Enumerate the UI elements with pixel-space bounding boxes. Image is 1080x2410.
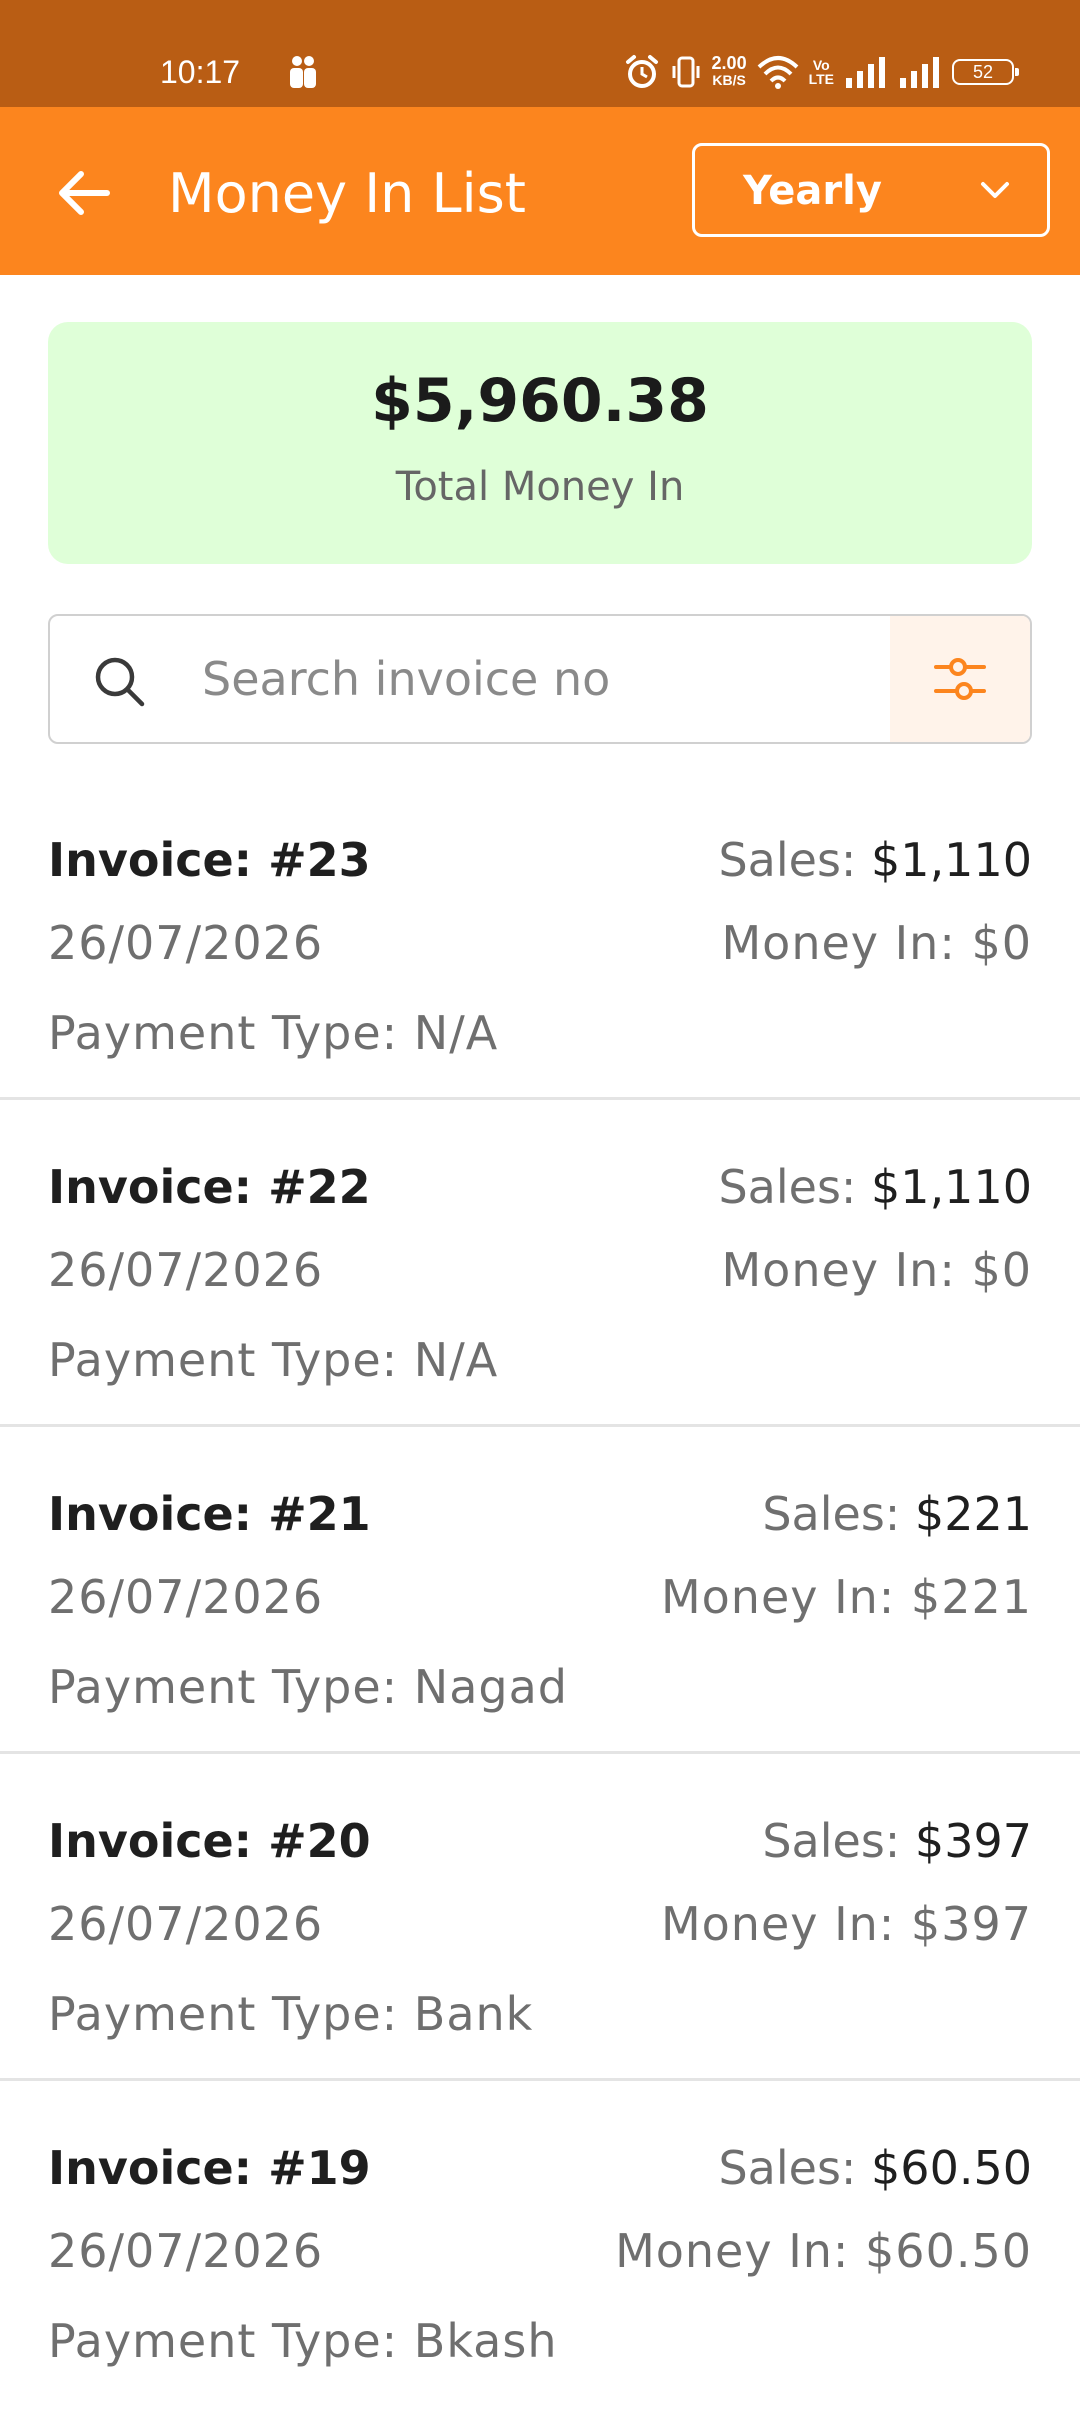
- battery-indicator: 52: [952, 59, 1019, 85]
- invoice-sales: Sales: $60.50: [718, 2141, 1032, 2195]
- page-title: Money In List: [168, 162, 526, 225]
- search-bar: [48, 614, 1032, 744]
- signal-icon-2: [900, 57, 939, 88]
- invoice-money-in: Money In: $221: [660, 1570, 1032, 1624]
- invoice-item[interactable]: Invoice: #22 26/07/2026 Payment Type: N/…: [0, 1102, 1080, 1427]
- invoice-payment-type: Payment Type: N/A: [48, 1006, 499, 1060]
- invoice-date: 26/07/2026: [48, 916, 324, 970]
- period-dropdown[interactable]: Yearly: [692, 143, 1050, 237]
- invoice-money-in: Money In: $60.50: [615, 2224, 1032, 2278]
- invoice-sales: Sales: $397: [762, 1814, 1032, 1868]
- invoice-payment-type: Payment Type: Bank: [48, 1987, 534, 2041]
- total-money-in-card: $5,960.38 Total Money In: [48, 322, 1032, 564]
- invoice-sales: Sales: $1,110: [718, 1160, 1032, 1214]
- invoice-payment-type: Payment Type: N/A: [48, 1333, 499, 1387]
- invoice-item[interactable]: Invoice: #20 26/07/2026 Payment Type: Ba…: [0, 1756, 1080, 2081]
- invoice-number: Invoice: #19: [48, 2141, 371, 2195]
- invoice-item[interactable]: Invoice: #19 26/07/2026 Payment Type: Bk…: [0, 2083, 1080, 2408]
- invoice-date: 26/07/2026: [48, 2224, 324, 2278]
- total-money-in-amount: $5,960.38: [371, 366, 709, 436]
- invoice-date: 26/07/2026: [48, 1243, 324, 1297]
- alarm-icon: [625, 55, 658, 88]
- volte-indicator: Vo LTE: [808, 57, 834, 87]
- invoice-sales: Sales: $1,110: [718, 833, 1032, 887]
- invoice-item[interactable]: Invoice: #21 26/07/2026 Payment Type: Na…: [0, 1429, 1080, 1754]
- search-input[interactable]: [182, 640, 922, 718]
- invoice-money-in: Money In: $0: [721, 1243, 1032, 1297]
- wifi-icon: [757, 56, 798, 89]
- sliders-icon: [934, 658, 986, 700]
- invoice-date: 26/07/2026: [48, 1897, 324, 1951]
- status-icons: 2.00 KB/S Vo LTE 52: [624, 50, 1019, 94]
- invoice-payment-type: Payment Type: Bkash: [48, 2314, 558, 2368]
- invoice-sales: Sales: $221: [762, 1487, 1032, 1541]
- back-button[interactable]: [44, 153, 124, 233]
- invoice-item[interactable]: Invoice: #23 26/07/2026 Payment Type: N/…: [0, 775, 1080, 1100]
- invoice-money-in: Money In: $397: [660, 1897, 1032, 1951]
- notification-icon: [290, 56, 316, 88]
- period-dropdown-value: Yearly: [743, 168, 882, 214]
- invoice-number: Invoice: #20: [48, 1814, 371, 1868]
- search-icon: [95, 657, 145, 707]
- filter-button[interactable]: [890, 616, 1030, 742]
- status-time: 10:17: [160, 54, 241, 90]
- status-bar: 10:17 2.00 KB/S Vo LTE 52: [0, 0, 1080, 107]
- chevron-down-icon: [981, 182, 1009, 198]
- invoice-list: Invoice: #23 26/07/2026 Payment Type: N/…: [0, 775, 1080, 2410]
- net-speed: 2.00 KB/S: [711, 53, 747, 88]
- invoice-date: 26/07/2026: [48, 1570, 324, 1624]
- vibrate-icon: [672, 56, 700, 88]
- arrow-left-icon: [59, 171, 110, 215]
- total-money-in-label: Total Money In: [395, 464, 685, 510]
- invoice-payment-type: Payment Type: Nagad: [48, 1660, 568, 1714]
- invoice-number: Invoice: #21: [48, 1487, 371, 1541]
- invoice-number: Invoice: #22: [48, 1160, 371, 1214]
- invoice-money-in: Money In: $0: [721, 916, 1032, 970]
- signal-icon: [846, 57, 885, 88]
- app-bar: Money In List Yearly: [0, 107, 1080, 275]
- invoice-number: Invoice: #23: [48, 833, 371, 887]
